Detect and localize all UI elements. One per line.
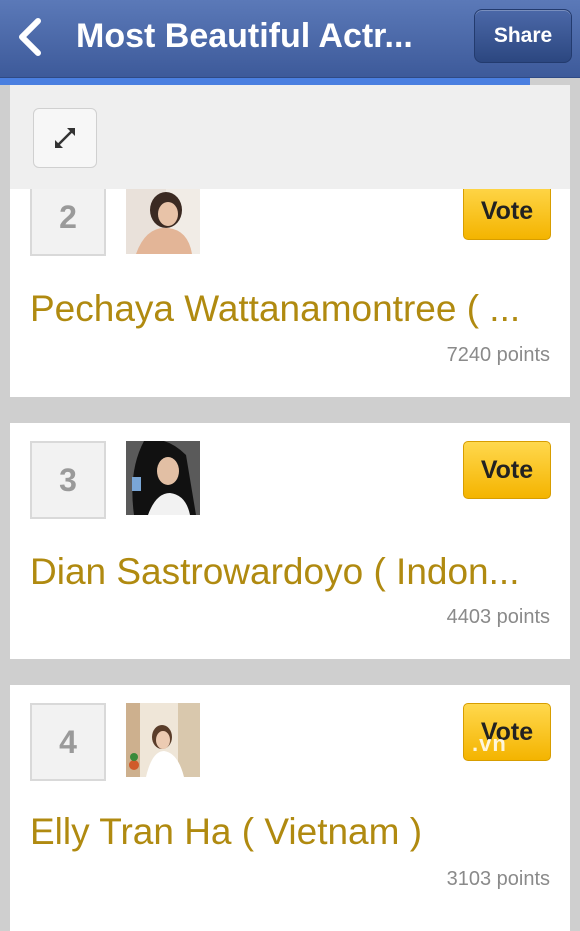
share-button[interactable]: Share: [474, 9, 572, 63]
nav-bar: Most Beautiful Actr... Share: [0, 0, 580, 78]
actress-photo[interactable]: [126, 180, 200, 254]
expand-button[interactable]: [33, 108, 97, 168]
actress-name[interactable]: Pechaya Wattanamontree ( ...: [30, 286, 570, 332]
toolbar: [10, 85, 570, 189]
list-item: 3 Vote Dian Sastrowardoyo ( Indon... 440…: [10, 423, 570, 659]
vote-button[interactable]: Vote: [463, 441, 551, 499]
page-title: Most Beautiful Actr...: [76, 17, 413, 55]
loading-progress-bar: [0, 78, 580, 85]
rank-badge: 3: [30, 441, 106, 519]
chevron-left-icon: [19, 18, 41, 56]
rank-badge: 2: [30, 178, 106, 256]
actress-photo[interactable]: [126, 703, 200, 777]
rank-badge: 4: [30, 703, 106, 781]
vote-button[interactable]: Vote: [463, 182, 551, 240]
actress-name[interactable]: Dian Sastrowardoyo ( Indon...: [30, 549, 570, 595]
progress-fill: [0, 78, 530, 85]
list-item: 4 Vote .vn Elly Tran Ha ( Vietnam ) 3103…: [10, 685, 570, 931]
points-count: 3103 points: [446, 868, 550, 890]
back-button[interactable]: [8, 12, 52, 62]
actress-name[interactable]: Elly Tran Ha ( Vietnam ): [30, 809, 570, 855]
points-count: 4403 points: [446, 606, 550, 628]
points-count: 7240 points: [446, 344, 550, 366]
expand-arrows-icon: [55, 128, 75, 148]
actress-photo[interactable]: [126, 441, 200, 515]
watermark: .vn: [472, 731, 507, 756]
